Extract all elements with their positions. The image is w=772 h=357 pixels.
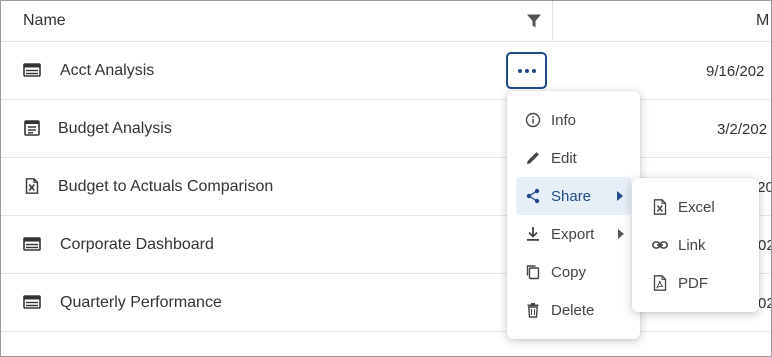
filter-icon[interactable] [526,13,542,29]
submenu-item-link[interactable]: Link [632,226,759,264]
link-icon [652,237,668,253]
context-menu: Info Edit Share Export Copy Delete [507,91,640,339]
menu-item-info[interactable]: Info [507,101,640,139]
submenu-item-excel[interactable]: Excel [632,188,759,226]
submenu-arrow-icon [617,191,623,201]
excel-icon [652,199,668,215]
pencil-icon [525,150,541,166]
more-actions-button[interactable] [506,52,547,89]
row-name[interactable]: Quarterly Performance [60,294,222,312]
row-name[interactable]: Budget Analysis [58,120,172,138]
row-name[interactable]: Budget to Actuals Comparison [58,178,273,196]
download-icon [525,226,541,242]
row-modified-date: 02 [758,295,771,312]
report-icon [24,120,40,136]
menu-item-label: PDF [678,274,708,292]
table-row[interactable]: Budget Analysis 3/2/202 [1,100,771,158]
menu-item-export[interactable]: Export [507,215,640,253]
menu-item-label: Excel [678,198,715,216]
excel-file-icon [25,178,39,194]
row-modified-date: 9/16/202 [706,63,765,80]
menu-item-label: Edit [551,149,577,167]
share-icon [525,188,541,204]
info-icon [525,112,541,128]
share-submenu: Excel Link PDF [632,178,759,312]
table-icon [23,63,41,77]
submenu-arrow-icon [618,229,624,239]
row-name[interactable]: Acct Analysis [60,62,154,80]
menu-item-label: Copy [551,263,587,281]
submenu-item-pdf[interactable]: PDF [632,264,759,302]
row-modified-date: 02 [758,237,771,254]
menu-item-label: Info [551,111,577,129]
menu-item-label: Delete [551,301,595,319]
menu-item-delete[interactable]: Delete [507,291,640,329]
ellipsis-icon [517,68,536,73]
menu-item-copy[interactable]: Copy [507,253,640,291]
table-row[interactable]: Acct Analysis 9/16/202 [1,42,771,100]
menu-item-label: Export [551,225,595,243]
name-column-header[interactable]: Name [23,12,66,30]
row-name[interactable]: Corporate Dashboard [60,236,214,254]
copy-icon [525,264,541,280]
menu-item-edit[interactable]: Edit [507,139,640,177]
menu-item-label: Share [551,187,592,205]
file-list-panel: Name M Acct Analysis 9/16/202 Budget Ana… [0,0,772,357]
menu-item-label: Link [678,236,706,254]
table-header: Name M [1,1,771,42]
table-icon [23,295,41,309]
row-modified-date: 3/2/202 [717,121,768,138]
table-icon [23,237,41,251]
modified-column-header[interactable]: M [756,12,769,30]
column-divider[interactable] [552,1,553,42]
pdf-icon [652,275,668,291]
menu-item-share[interactable]: Share [516,177,631,215]
trash-icon [525,302,541,318]
